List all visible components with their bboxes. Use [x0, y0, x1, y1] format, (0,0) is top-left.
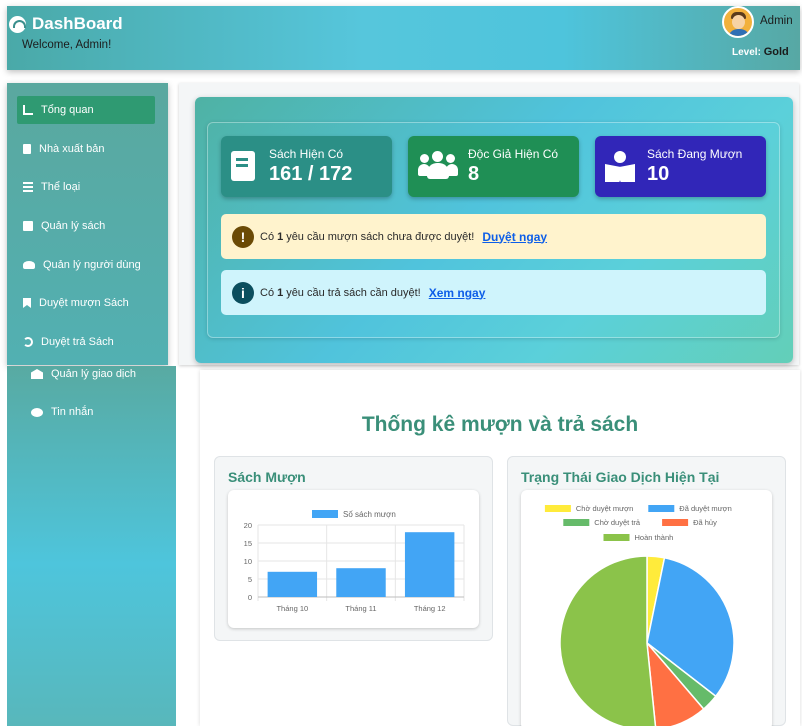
- level-label: Level:: [732, 47, 761, 58]
- stat-books-available[interactable]: Sách Hiện Có 161 / 172: [221, 136, 392, 197]
- sidebar-item-label: Quản lý sách: [41, 220, 106, 232]
- sidebar-item-label: Thể loại: [41, 181, 81, 193]
- building-icon: [23, 144, 31, 154]
- status-chart-title: Trạng Thái Giao Dịch Hiện Tại: [521, 469, 720, 485]
- y-tick-label: 20: [244, 521, 252, 530]
- y-tick-label: 5: [248, 575, 252, 584]
- admin-avatar[interactable]: [722, 6, 754, 38]
- sidebar-item-approve-borrow[interactable]: Duyệt mượn Sách: [17, 289, 155, 317]
- legend-swatch: [648, 505, 675, 512]
- list-icon: [23, 182, 33, 192]
- status-chart-container: Chờ duyệt mượn Đã duyệt mượn Chờ duyệt trả…: [521, 490, 772, 726]
- legend-swatch: [563, 519, 590, 526]
- stat-readers[interactable]: Độc Giả Hiện Có 8: [408, 136, 579, 197]
- sidebar-item-books[interactable]: Quản lý sách: [17, 212, 155, 240]
- x-tick-label: Tháng 12: [414, 604, 446, 613]
- admin-name[interactable]: Admin: [760, 15, 793, 27]
- alert-text: yêu cầu mượn sách chưa được duyệt!: [286, 230, 475, 243]
- level-value: Gold: [763, 46, 789, 58]
- alert-count: 1: [277, 230, 284, 243]
- users-icon: [23, 261, 35, 269]
- sidebar-continued: Quản lý giao dịch Tin nhắn: [7, 366, 176, 726]
- bar: [336, 568, 386, 597]
- info-icon: i: [232, 281, 254, 304]
- user-level: Level: Gold: [732, 46, 789, 58]
- legend-label: Chờ duyệt mượn: [576, 504, 633, 513]
- y-tick-label: 15: [244, 539, 252, 548]
- bar: [267, 571, 318, 597]
- avatar-face: [732, 15, 745, 29]
- stat-label: Sách Đang Mượn: [647, 147, 743, 161]
- sidebar-item-label: Quản lý giao dịch: [51, 368, 136, 380]
- book-reader-icon: [605, 151, 635, 183]
- avatar-body: [728, 29, 750, 36]
- chat-icon: [31, 407, 43, 417]
- legend-swatch: [603, 534, 630, 541]
- brand-title: DashBoard: [32, 14, 123, 33]
- y-tick-label: 0: [248, 593, 252, 602]
- legend-swatch: [544, 505, 571, 512]
- return-request-alert: i Có 1 yêu cầu trả sách cần duyệt! Xem n…: [221, 270, 766, 315]
- borrow-chart-card: Sách Mượn Số sách mượn 0 5 10 15 20 Tháng 10 Th…: [214, 456, 493, 641]
- sidebar-item-label: Duyệt mượn Sách: [39, 297, 129, 309]
- legend-label: Đã duyệt mượn: [679, 504, 731, 513]
- legend-swatch: [662, 519, 689, 526]
- y-tick-label: 10: [244, 557, 252, 566]
- sidebar-item-label: Tổng quan: [41, 104, 94, 116]
- legend-label: Số sách mượn: [343, 510, 396, 519]
- sidebar-item-label: Tin nhắn: [51, 406, 94, 418]
- bookmark-icon: [23, 298, 31, 308]
- alert-prefix: Có: [260, 286, 275, 299]
- status-chart-card: Trạng Thái Giao Dịch Hiện Tại Chờ duyệt …: [507, 456, 786, 726]
- statistics-title: Thống kê mượn và trả sách: [361, 413, 639, 436]
- sidebar-item-publishers[interactable]: Nhà xuất bản: [17, 135, 155, 163]
- undo-icon: [23, 337, 33, 347]
- sidebar-item-label: Quản lý người dùng: [43, 259, 141, 271]
- welcome-text: Welcome, Admin!: [22, 39, 112, 51]
- sidebar-item-label: Duyệt trả Sách: [41, 336, 114, 348]
- stat-value: 10: [647, 163, 670, 185]
- dashboard-page: DashBoard Welcome, Admin! Admin Level: G…: [0, 0, 802, 726]
- sidebar-item-label: Nhà xuất bản: [39, 143, 105, 155]
- alert-text: yêu cầu trả sách cần duyệt!: [286, 286, 421, 299]
- sidebar-item-transactions[interactable]: Quản lý giao dịch: [25, 360, 163, 388]
- status-pie-chart: Chờ duyệt mượn Đã duyệt mượn Chờ duyệt trả…: [544, 504, 735, 726]
- borrow-chart-container: Số sách mượn 0 5 10 15 20 Tháng 10 Tháng 11 Thán…: [228, 490, 479, 628]
- top-header: DashBoard Welcome, Admin! Admin Level: G…: [7, 6, 800, 70]
- stat-label: Độc Giả Hiện Có: [468, 147, 559, 161]
- alert-prefix: Có: [260, 230, 275, 243]
- borrow-bar-chart: Số sách mượn 0 5 10 15 20 Tháng 10 Tháng 11 Thán…: [244, 510, 465, 613]
- legend-label: Đã hủy: [693, 518, 717, 527]
- sidebar-item-categories[interactable]: Thể loại: [17, 173, 155, 201]
- x-tick-label: Tháng 11: [345, 604, 376, 613]
- sidebar: Tổng quan Nhà xuất bản Thể loại Quản lý …: [7, 83, 168, 365]
- exclamation-icon: !: [232, 225, 254, 248]
- sidebar-item-messages[interactable]: Tin nhắn: [25, 398, 163, 426]
- brand[interactable]: DashBoard: [9, 14, 123, 34]
- users-icon: [418, 151, 458, 183]
- sidebar-item-users[interactable]: Quản lý người dùng: [17, 251, 155, 279]
- book-icon: [231, 151, 259, 183]
- legend-label: Chờ duyệt trả: [594, 518, 641, 527]
- stat-value: 8: [468, 163, 480, 185]
- bank-icon: [31, 369, 43, 379]
- stat-label: Sách Hiện Có: [269, 147, 344, 161]
- chart-line-icon: [23, 105, 33, 115]
- borrow-request-alert: ! Có 1 yêu cầu mượn sách chưa được duyệt…: [221, 214, 766, 259]
- stat-books-borrowed[interactable]: Sách Đang Mượn 10: [595, 136, 766, 197]
- legend-label: Hoàn thành: [635, 533, 674, 542]
- approve-now-link[interactable]: Duyệt ngay: [482, 230, 547, 244]
- x-tick-label: Tháng 10: [276, 604, 308, 613]
- book-icon: [23, 221, 33, 231]
- stat-value: 161 / 172: [269, 163, 353, 185]
- alert-count: 1: [277, 286, 284, 299]
- sidebar-item-overview[interactable]: Tổng quan: [17, 96, 155, 124]
- sidebar-item-approve-return[interactable]: Duyệt trả Sách: [17, 328, 155, 356]
- borrow-chart-title: Sách Mượn: [228, 469, 306, 485]
- pie-slice: [559, 555, 657, 726]
- bar: [404, 532, 455, 597]
- view-now-link[interactable]: Xem ngay: [429, 286, 486, 300]
- legend-swatch: [312, 510, 338, 518]
- tachometer-icon: [9, 15, 26, 33]
